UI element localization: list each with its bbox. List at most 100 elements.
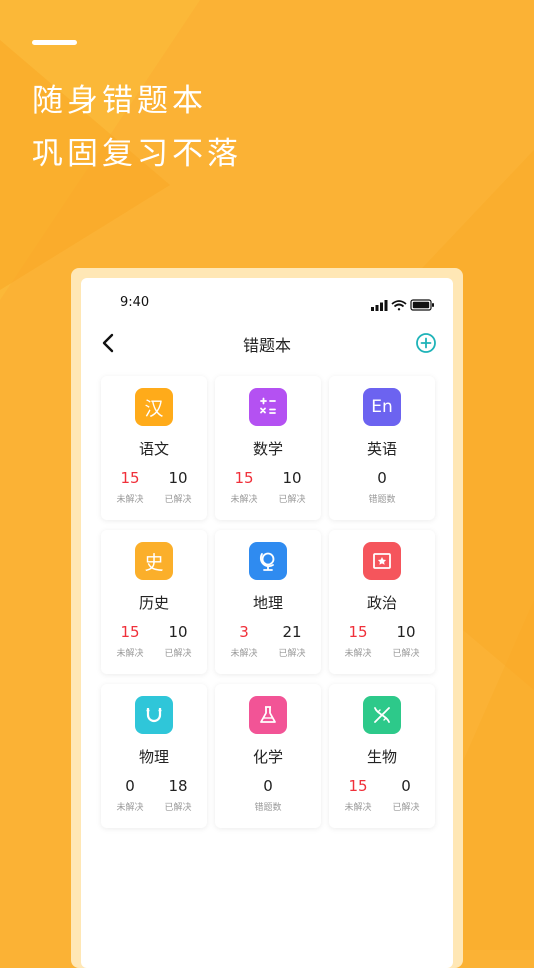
- stat-value: 0: [125, 777, 135, 795]
- stat-value: 10: [396, 623, 416, 641]
- subject-card[interactable]: 地理 3 未解决 21 已解决: [215, 530, 321, 674]
- stat-label: 未解决: [230, 495, 258, 505]
- subject-stats: 3 未解决 21 已解决: [215, 623, 321, 659]
- stat-value: 18: [168, 777, 188, 795]
- stat-value: 10: [282, 469, 302, 487]
- chinese-icon: 汉: [135, 388, 173, 426]
- stat-item: 15 未解决: [114, 623, 146, 659]
- status-time: 9:40: [120, 295, 150, 310]
- promo-title: 随身错题本: [32, 83, 207, 119]
- subject-icon-glyph: 史: [144, 551, 164, 574]
- stat-item: 3 未解决: [228, 623, 260, 659]
- battery-icon: [410, 299, 434, 311]
- subject-stats: 15 未解决 10 已解决: [215, 469, 321, 505]
- stat-item: 21 已解决: [276, 623, 308, 659]
- stat-item: 0 错题数: [252, 777, 284, 813]
- stat-item: 18 已解决: [162, 777, 194, 813]
- subject-stats: 15 未解决 10 已解决: [101, 469, 207, 505]
- subject-card[interactable]: 生物 15 未解决 0 已解决: [329, 684, 435, 828]
- stat-value: 15: [348, 777, 368, 795]
- page-title: 错题本: [242, 336, 291, 355]
- stat-value: 15: [120, 469, 140, 487]
- subject-card[interactable]: 政治 15 未解决 10 已解决: [329, 530, 435, 674]
- stat-value: 3: [239, 623, 249, 641]
- stat-value: 10: [168, 623, 188, 641]
- signal-icon: [371, 300, 388, 311]
- subject-name: 政治: [366, 594, 397, 612]
- magnet-icon: [135, 696, 173, 734]
- promo-subtitle: 巩固复习不落: [32, 136, 242, 172]
- stat-value: 15: [120, 623, 140, 641]
- status-icons: [371, 296, 435, 315]
- english-icon: En: [363, 388, 401, 426]
- subject-card[interactable]: 史历史 15 未解决 10 已解决: [101, 530, 207, 674]
- stat-label: 未解决: [230, 649, 258, 659]
- stat-item: 0 未解决: [114, 777, 146, 813]
- stat-item: 10 已解决: [162, 623, 194, 659]
- subject-name: 英语: [366, 440, 397, 458]
- subject-grid: 汉语文 15 未解决 10 已解决 数学 15 未解决 10 已解决 En 英语 0 错题数史历史 15 未解…: [101, 376, 435, 828]
- subject-stats: 15 未解决 0 已解决: [329, 777, 435, 813]
- subject-name: 历史: [138, 594, 169, 612]
- subject-card[interactable]: 物理 0 未解决 18 已解决: [101, 684, 207, 828]
- stat-value: 15: [348, 623, 368, 641]
- stat-item: 10 已解决: [390, 623, 422, 659]
- subject-icon-glyph: 汉: [144, 397, 164, 420]
- math-icon: [249, 388, 287, 426]
- stat-label: 已解决: [278, 649, 306, 659]
- stat-label: 未解决: [344, 649, 372, 659]
- subject-name: 物理: [138, 748, 169, 766]
- stat-item: 15 未解决: [342, 777, 374, 813]
- stat-value: 0: [263, 777, 273, 795]
- stat-label: 已解决: [392, 649, 420, 659]
- stat-label: 未解决: [116, 803, 144, 813]
- stat-value: 10: [168, 469, 188, 487]
- stat-value: 0: [377, 469, 387, 487]
- globe-icon: [249, 542, 287, 580]
- stat-label: 未解决: [116, 495, 144, 505]
- subject-name: 地理: [252, 594, 283, 612]
- phone-screen: 9:40 错题本 汉 语文 15 未解决 10 已解决 数学 15 未解决 10…: [81, 278, 453, 968]
- history-icon: 史: [135, 542, 173, 580]
- subject-card[interactable]: 汉语文 15 未解决 10 已解决: [101, 376, 207, 520]
- subject-stats: 15 未解决 10 已解决: [101, 623, 207, 659]
- subject-icon-glyph: En: [371, 397, 393, 417]
- stat-value: 21: [282, 623, 302, 641]
- stat-label: 已解决: [164, 803, 192, 813]
- stat-item: 10 已解决: [276, 469, 308, 505]
- subject-card[interactable]: 化学 0 错题数: [215, 684, 321, 828]
- stat-item: 10 已解决: [162, 469, 194, 505]
- subject-stats: 0 错题数: [329, 469, 435, 505]
- stat-label: 已解决: [164, 649, 192, 659]
- subject-stats: 0 错题数: [215, 777, 321, 813]
- stat-label: 已解决: [164, 495, 192, 505]
- decorative-dash: [32, 40, 77, 45]
- subject-name: 语文: [138, 440, 169, 458]
- subject-stats: 15 未解决 10 已解决: [329, 623, 435, 659]
- stat-label: 已解决: [278, 495, 306, 505]
- stat-label: 错题数: [368, 495, 396, 505]
- add-icon[interactable]: [415, 332, 437, 354]
- nav-bar: 错题本: [81, 326, 453, 364]
- stat-item: 0 错题数: [366, 469, 398, 505]
- stat-label: 未解决: [116, 649, 144, 659]
- subject-stats: 0 未解决 18 已解决: [101, 777, 207, 813]
- stat-value: 0: [401, 777, 411, 795]
- wifi-icon: [391, 300, 407, 311]
- politics-icon: [363, 542, 401, 580]
- stat-item: 15 未解决: [114, 469, 146, 505]
- stat-item: 15 未解决: [342, 623, 374, 659]
- subject-name: 生物: [366, 748, 397, 766]
- subject-name: 数学: [252, 440, 283, 458]
- subject-name: 化学: [252, 748, 283, 766]
- dna-icon: [363, 696, 401, 734]
- subject-card[interactable]: 数学 15 未解决 10 已解决: [215, 376, 321, 520]
- subject-card[interactable]: En 英语 0 错题数: [329, 376, 435, 520]
- stat-label: 未解决: [344, 803, 372, 813]
- stat-label: 已解决: [392, 803, 420, 813]
- stat-value: 15: [234, 469, 254, 487]
- stat-label: 错题数: [254, 803, 282, 813]
- stat-item: 15 未解决: [228, 469, 260, 505]
- stat-item: 0 已解决: [390, 777, 422, 813]
- status-bar: 9:40: [81, 278, 453, 326]
